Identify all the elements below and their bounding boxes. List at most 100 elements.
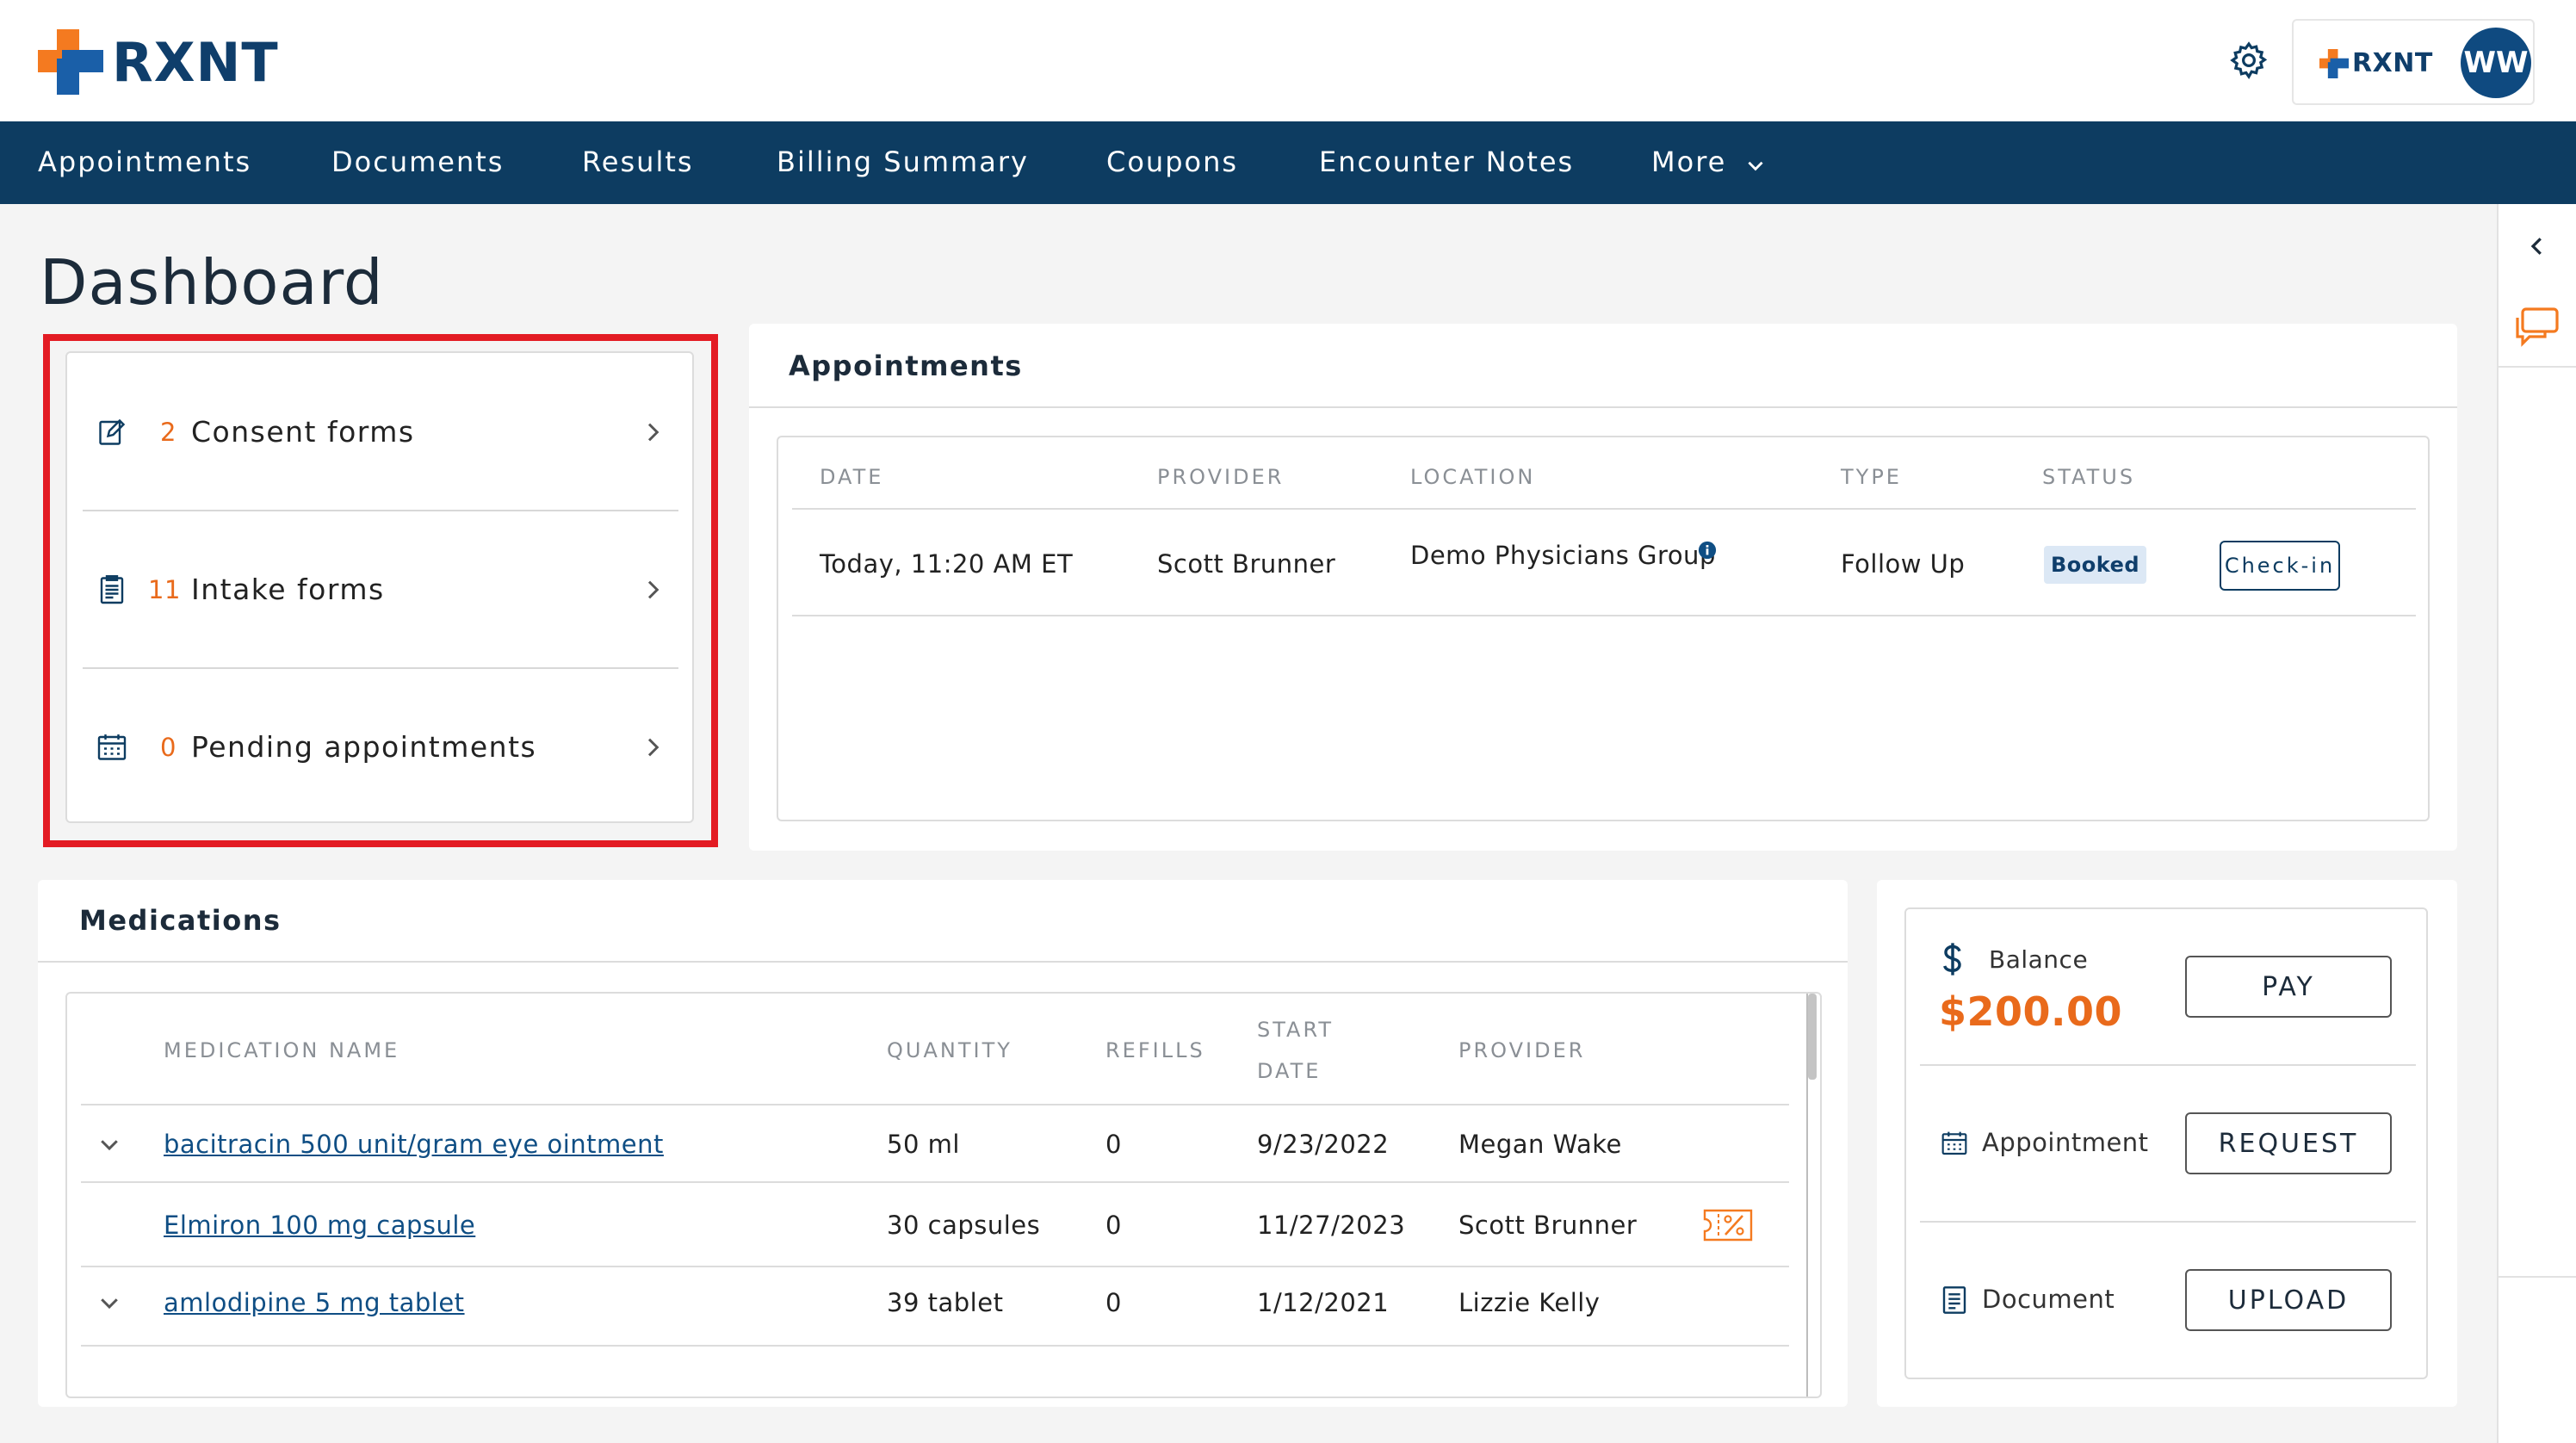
col-refills: REFILLS [1105, 1038, 1205, 1062]
col-provider: PROVIDER [1157, 465, 1285, 489]
quick-link-intake-forms[interactable]: 11 Intake forms [67, 511, 692, 667]
table-row: Elmiron 100 mg capsule 30 capsules 0 11/… [67, 1183, 1806, 1266]
appt-date: Today, 11:20 AM ET [820, 549, 1074, 579]
right-rail [2497, 204, 2576, 1443]
divider [81, 1345, 1789, 1347]
appointments-table: DATE PROVIDER LOCATION TYPE STATUS Today… [777, 436, 2430, 821]
account-menu[interactable]: RXNT WW [2292, 19, 2535, 105]
rxnt-mini-cross-icon [2319, 48, 2349, 78]
quick-link-consent-forms[interactable]: 2 Consent forms [67, 353, 692, 510]
rxnt-mini-logo: RXNT [2319, 48, 2433, 78]
status-badge: Booked [2044, 546, 2147, 584]
chevron-down-icon[interactable] [1744, 154, 1767, 177]
rxnt-cross-icon [38, 29, 103, 95]
page-title: Dashboard [40, 246, 384, 319]
divider [749, 406, 2457, 408]
table-row: Today, 11:20 AM ET Scott Brunner Demo Ph… [778, 510, 2431, 616]
col-type: TYPE [1841, 465, 1902, 489]
med-start: 9/23/2022 [1257, 1130, 1390, 1159]
nav-results[interactable]: Results [582, 146, 694, 178]
table-row: bacitracin 500 unit/gram eye ointment 50… [67, 1105, 1806, 1183]
scrollbar-thumb[interactable] [1808, 994, 1817, 1080]
chevron-right-icon [647, 580, 659, 599]
avatar[interactable]: WW [2461, 28, 2531, 98]
edit-form-icon [99, 418, 126, 445]
med-start: 11/27/2023 [1257, 1211, 1406, 1240]
calendar-icon [1941, 1131, 1967, 1155]
pay-button[interactable]: PAY [2185, 956, 2392, 1018]
table-row: amlodipine 5 mg tablet 39 tablet 0 1/12/… [67, 1267, 1806, 1343]
mini-wordmark: RXNT [2352, 48, 2433, 78]
chevron-left-icon[interactable] [2524, 233, 2550, 259]
col-start: START [1257, 1018, 1334, 1042]
document-label: Document [1982, 1285, 2115, 1314]
main-nav: Appointments Documents Results Billing S… [0, 121, 2576, 204]
med-quantity: 50 ml [887, 1130, 960, 1159]
request-button[interactable]: REQUEST [2185, 1112, 2392, 1174]
med-start: 1/12/2021 [1257, 1288, 1390, 1317]
med-refills: 0 [1105, 1288, 1122, 1317]
coupon-icon[interactable] [1703, 1209, 1753, 1242]
med-quantity: 39 tablet [887, 1288, 1004, 1317]
nav-coupons[interactable]: Coupons [1106, 146, 1238, 178]
info-icon[interactable] [1698, 541, 1717, 560]
balance-value: $200.00 [1939, 988, 2123, 1035]
gear-icon[interactable] [2228, 40, 2269, 81]
divider [1920, 1221, 2416, 1223]
chevron-right-icon [647, 423, 659, 442]
col-location: LOCATION [1410, 465, 1536, 489]
consent-count: 2 [160, 418, 176, 447]
medication-link[interactable]: Elmiron 100 mg capsule [164, 1211, 475, 1240]
nav-appointments[interactable]: Appointments [38, 146, 251, 178]
calendar-icon [97, 734, 127, 760]
med-refills: 0 [1105, 1130, 1122, 1159]
divider [38, 961, 1848, 963]
quick-link-pending-appointments[interactable]: 0 Pending appointments [67, 668, 692, 825]
balance-label: Balance [1989, 945, 2089, 974]
appt-type: Follow Up [1841, 549, 1966, 579]
rail-divider-bottom [2499, 1276, 2576, 1278]
col-medication-name: MEDICATION NAME [164, 1038, 400, 1062]
scrollbar-track[interactable] [1806, 994, 1808, 1397]
billing-panel: Balance $200.00 PAY Appointment REQUEST … [1904, 907, 2428, 1379]
nav-encounter-notes[interactable]: Encounter Notes [1319, 146, 1574, 178]
rail-divider [2499, 366, 2576, 368]
billing-card: Balance $200.00 PAY Appointment REQUEST … [1877, 880, 2457, 1407]
appointments-title: Appointments [789, 350, 1023, 382]
top-bar: RXNT RXNT WW [0, 0, 2576, 121]
chevron-down-icon[interactable] [96, 1290, 122, 1316]
chat-icon[interactable] [2512, 306, 2561, 347]
appt-provider: Scott Brunner [1157, 549, 1336, 579]
medication-link[interactable]: amlodipine 5 mg tablet [164, 1288, 465, 1317]
med-provider: Lizzie Kelly [1458, 1288, 1601, 1317]
pending-label: Pending appointments [191, 730, 537, 764]
document-icon [1942, 1286, 1966, 1314]
chevron-down-icon[interactable] [96, 1131, 122, 1157]
divider [792, 615, 2416, 616]
clipboard-icon [100, 575, 124, 604]
nav-billing-summary[interactable]: Billing Summary [777, 146, 1029, 178]
appointments-card: Appointments DATE PROVIDER LOCATION TYPE… [749, 324, 2457, 851]
col-start-date: DATE [1257, 1059, 1322, 1083]
nav-more[interactable]: More [1651, 146, 1726, 178]
dollar-icon [1943, 943, 1961, 975]
quick-links-card: 2 Consent forms 11 Intake forms 0 Pendin… [65, 351, 694, 823]
appt-location: Demo Physicians Group [1410, 541, 1716, 570]
col-quantity: QUANTITY [887, 1038, 1012, 1062]
medication-link[interactable]: bacitracin 500 unit/gram eye ointment [164, 1130, 664, 1159]
col-status: STATUS [2042, 465, 2136, 489]
medications-card: Medications MEDICATION NAME QUANTITY REF… [38, 880, 1848, 1407]
chevron-right-icon [647, 738, 659, 757]
consent-label: Consent forms [191, 415, 415, 449]
rxnt-logo[interactable]: RXNT [38, 29, 279, 95]
intake-count: 11 [148, 575, 181, 604]
medications-table: MEDICATION NAME QUANTITY REFILLS START D… [65, 992, 1822, 1398]
col-provider: PROVIDER [1458, 1038, 1586, 1062]
nav-documents[interactable]: Documents [331, 146, 504, 178]
med-provider: Megan Wake [1458, 1130, 1622, 1159]
check-in-button[interactable]: Check-in [2220, 541, 2340, 591]
brand-wordmark: RXNT [112, 30, 279, 94]
pending-count: 0 [160, 733, 176, 762]
upload-button[interactable]: UPLOAD [2185, 1269, 2392, 1331]
intake-label: Intake forms [191, 573, 385, 606]
